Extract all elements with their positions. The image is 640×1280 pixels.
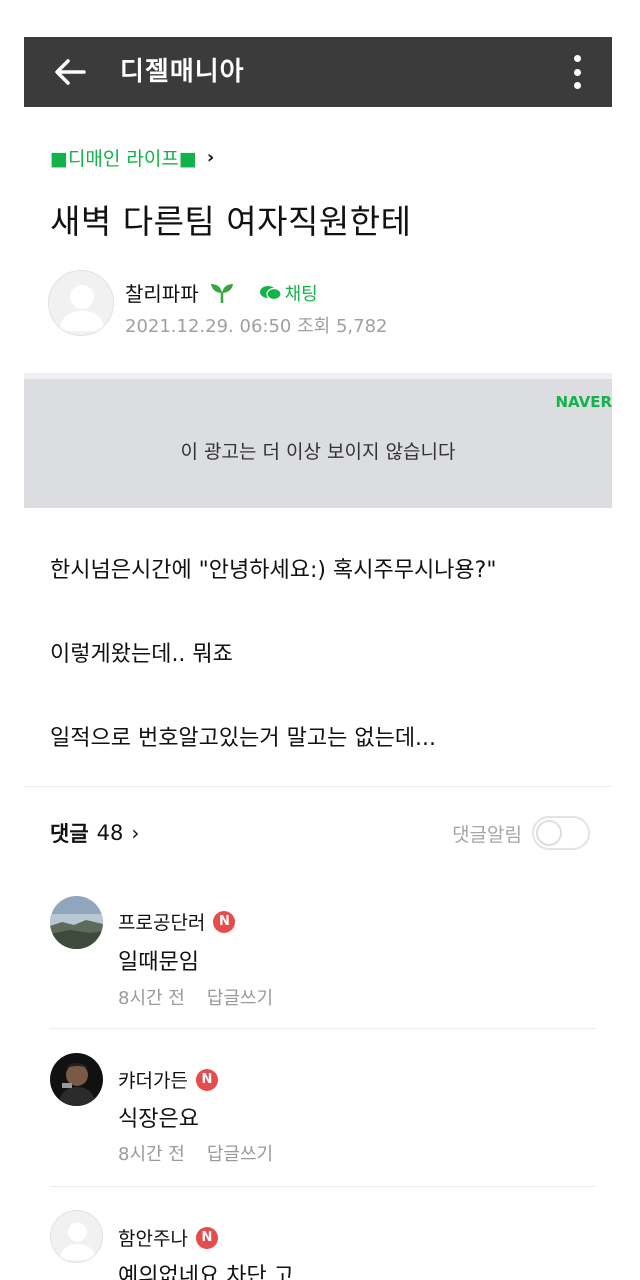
comment-alert-toggle[interactable] bbox=[532, 816, 590, 850]
comment-meta: 8시간 전 답글쓰기 bbox=[118, 1140, 273, 1166]
more-dot bbox=[573, 82, 581, 89]
comments-header[interactable]: 댓글 48 › bbox=[50, 818, 139, 848]
commenter-avatar[interactable] bbox=[50, 1210, 103, 1263]
reply-button[interactable]: 답글쓰기 bbox=[207, 984, 273, 1010]
post-body-line: 한시넘은시간에 "안녕하세요:) 혹시주무시나용?" bbox=[50, 558, 497, 583]
n-badge-icon: N bbox=[195, 1068, 218, 1091]
comment-alert: 댓글알림 bbox=[452, 816, 590, 850]
comment-time: 8시간 전 bbox=[118, 1144, 185, 1165]
comment-author[interactable]: 프로공단러 bbox=[118, 908, 205, 935]
app-title: 디젤매니아 bbox=[120, 57, 245, 87]
chevron-right-icon: › bbox=[206, 147, 215, 168]
ad-text: 이 광고는 더 이상 보이지 않습니다 bbox=[180, 441, 456, 463]
sprout-icon bbox=[210, 283, 233, 303]
more-dot bbox=[573, 68, 581, 76]
reply-button[interactable]: 답글쓰기 bbox=[207, 1140, 273, 1166]
n-badge-icon: N bbox=[195, 1226, 218, 1249]
naver-logo: NAVER bbox=[555, 393, 612, 411]
comment-author[interactable]: 캬더가든 bbox=[118, 1066, 188, 1093]
category-link[interactable]: ■디매인 라이프■ › bbox=[50, 144, 214, 171]
n-badge-icon: N bbox=[213, 910, 236, 933]
chat-bubble-icon bbox=[259, 285, 282, 300]
app-header: 디젤매니아 bbox=[24, 37, 612, 107]
default-avatar-icon bbox=[59, 1222, 96, 1260]
default-avatar-icon bbox=[59, 285, 105, 331]
more-vertical-icon bbox=[573, 55, 581, 62]
comment-text: 예의없네요 차단 고 bbox=[118, 1264, 294, 1280]
more-menu-button[interactable] bbox=[564, 53, 590, 91]
divider bbox=[24, 786, 612, 787]
post-meta: 2021.12.29. 06:50 조회 5,782 bbox=[125, 312, 388, 338]
comment-author[interactable]: 함안주나 bbox=[118, 1224, 188, 1251]
ad-banner: NAVER 이 광고는 더 이상 보이지 않습니다 bbox=[24, 373, 612, 508]
comment-author-row: 캬더가든 N bbox=[118, 1066, 218, 1093]
divider bbox=[50, 1028, 596, 1029]
post-body-line: 일적으로 번호알고있는거 말고는 없는데... bbox=[50, 726, 437, 751]
toggle-knob bbox=[536, 820, 562, 846]
comment-text: 식장은요 bbox=[118, 1107, 199, 1132]
landscape-photo-icon bbox=[50, 896, 103, 949]
comment-time: 8시간 전 bbox=[118, 988, 185, 1009]
comments-title: 댓글 bbox=[50, 822, 89, 846]
chat-button[interactable]: 채팅 bbox=[259, 280, 318, 306]
comment-author-row: 프로공단러 N bbox=[118, 908, 236, 935]
comment-text: 일때문임 bbox=[118, 950, 199, 975]
author-avatar[interactable] bbox=[48, 270, 114, 336]
post-body-line: 이렇게왔는데.. 뭐죠 bbox=[50, 642, 233, 667]
commenter-avatar[interactable] bbox=[50, 1053, 103, 1106]
comment-alert-label: 댓글알림 bbox=[452, 823, 522, 846]
person-photo-icon bbox=[50, 1053, 103, 1106]
author-name[interactable]: 찰리파파 bbox=[125, 278, 199, 307]
author-row: 찰리파파 채팅 bbox=[125, 278, 318, 307]
post-title: 새벽 다른팀 여자직원한테 bbox=[50, 202, 412, 241]
commenter-avatar[interactable] bbox=[50, 896, 103, 949]
comments-count: 48 bbox=[96, 821, 124, 845]
chat-label: 채팅 bbox=[284, 283, 318, 305]
comment-author-row: 함안주나 N bbox=[118, 1224, 218, 1251]
comment-meta: 8시간 전 답글쓰기 bbox=[118, 984, 273, 1010]
divider bbox=[50, 1186, 596, 1187]
category-label: ■디매인 라이프■ bbox=[50, 148, 197, 170]
chevron-right-icon: › bbox=[131, 821, 140, 845]
back-button[interactable] bbox=[50, 52, 90, 92]
post-views: 조회 5,782 bbox=[297, 316, 388, 337]
arrow-left-icon bbox=[55, 59, 86, 85]
post-datetime: 2021.12.29. 06:50 bbox=[125, 316, 292, 337]
